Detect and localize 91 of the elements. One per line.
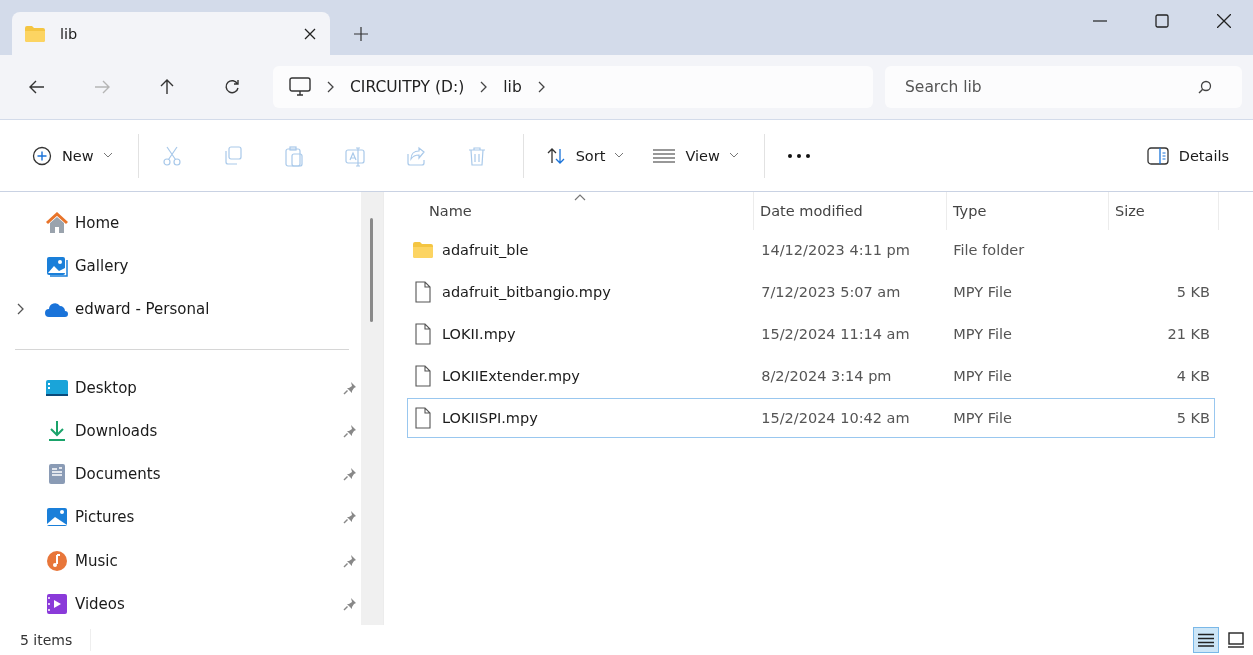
file-row[interactable]: LOKIISPI.mpy 15/2/2024 10:42 am MPY File 5 KB bbox=[407, 398, 1215, 438]
expand-chevron-icon[interactable] bbox=[16, 303, 25, 316]
scrollbar[interactable] bbox=[361, 192, 383, 625]
list-view-icon bbox=[653, 148, 676, 163]
sidebar-item[interactable]: Gallery bbox=[0, 244, 361, 288]
sidebar-item[interactable]: edward - Personal bbox=[0, 287, 361, 331]
chevron-icon bbox=[327, 81, 334, 93]
more-options-icon[interactable] bbox=[786, 152, 811, 159]
list-view-icon bbox=[1198, 633, 1214, 647]
sidebar-item[interactable]: Videos bbox=[0, 582, 361, 626]
pin-icon[interactable] bbox=[343, 597, 357, 611]
pin-icon[interactable] bbox=[343, 553, 357, 568]
pin-icon[interactable] bbox=[343, 510, 357, 525]
item-count: 5 items bbox=[20, 632, 73, 648]
details-pane-icon bbox=[1146, 146, 1169, 165]
up-arrow-icon[interactable] bbox=[158, 78, 176, 96]
caret-icon bbox=[615, 153, 624, 158]
date-modified: 14/12/2023 4:11 pm bbox=[761, 242, 910, 258]
file-type: MPY File bbox=[953, 368, 1012, 384]
caret-icon bbox=[103, 153, 112, 158]
search-field[interactable]: Search lib bbox=[885, 66, 1242, 108]
date-modified: 7/12/2023 5:07 am bbox=[761, 284, 901, 300]
sidebar-item[interactable]: Documents bbox=[0, 452, 361, 496]
date-modified: 8/2/2024 3:14 pm bbox=[761, 368, 892, 384]
folder-icon bbox=[412, 241, 434, 259]
file-name: adafruit_bitbangio.mpy bbox=[442, 284, 611, 300]
file-row[interactable]: adafruit_bitbangio.mpy 7/12/2023 5:07 am MPY File 5 KB bbox=[407, 272, 1215, 312]
file-row[interactable]: LOKII.mpy 15/2/2024 11:14 am MPY File 21 KB bbox=[407, 314, 1215, 354]
file-icon bbox=[412, 323, 434, 345]
column-header[interactable]: Size bbox=[1109, 192, 1219, 230]
sort-button[interactable]: Sort bbox=[541, 139, 628, 172]
date-modified: 15/2/2024 10:42 am bbox=[761, 410, 910, 426]
file-size: 4 KB bbox=[1176, 368, 1210, 384]
file-name: adafruit_ble bbox=[442, 242, 529, 258]
date-modified: 15/2/2024 11:14 am bbox=[761, 326, 910, 342]
refresh-icon[interactable] bbox=[223, 78, 241, 96]
caret-icon bbox=[729, 153, 738, 158]
file-name: LOKIISPI.mpy bbox=[442, 410, 538, 426]
file-size: 5 KB bbox=[1176, 410, 1210, 426]
sidebar-item[interactable]: Downloads bbox=[0, 409, 361, 453]
tab-title: lib bbox=[60, 25, 79, 42]
breadcrumb[interactable]: CIRCUITPY (D:) bbox=[350, 78, 465, 96]
file-size: 5 KB bbox=[1176, 284, 1210, 300]
video-icon bbox=[45, 593, 69, 615]
details-pane-button[interactable]: Details bbox=[1142, 140, 1233, 171]
close-icon[interactable] bbox=[1217, 14, 1231, 28]
file-icon bbox=[412, 407, 434, 429]
file-type: MPY File bbox=[953, 284, 1012, 300]
chevron-icon[interactable] bbox=[537, 81, 545, 93]
sidebar-item[interactable]: Home bbox=[0, 201, 361, 245]
sort-caret-icon bbox=[574, 194, 586, 201]
column-header[interactable]: Type bbox=[947, 192, 1109, 230]
file-type: MPY File bbox=[953, 326, 1012, 342]
music-icon bbox=[45, 549, 69, 572]
sidebar-item[interactable]: Desktop bbox=[0, 365, 361, 410]
pin-icon[interactable] bbox=[343, 467, 357, 482]
file-row[interactable]: adafruit_ble 14/12/2023 4:11 pm File folder bbox=[407, 230, 1215, 270]
plus-circle-icon bbox=[32, 145, 52, 166]
file-icon bbox=[412, 365, 434, 387]
tab[interactable]: lib bbox=[12, 12, 330, 55]
house-icon bbox=[45, 211, 69, 234]
view-button[interactable]: View bbox=[649, 141, 742, 170]
column-header[interactable]: Date modified bbox=[754, 192, 947, 230]
file-row[interactable]: LOKIIExtender.mpy 8/2/2024 3:14 pm MPY File 4 KB bbox=[407, 356, 1215, 396]
file-name: LOKIIExtender.mpy bbox=[442, 368, 580, 384]
sidebar-item[interactable]: Music bbox=[0, 539, 361, 583]
tiles-view-icon bbox=[1228, 632, 1244, 648]
breadcrumb[interactable]: lib bbox=[503, 78, 522, 96]
search-icon bbox=[1198, 80, 1212, 94]
pin-icon[interactable] bbox=[343, 423, 357, 438]
new-tab-icon[interactable] bbox=[354, 27, 368, 41]
folder-icon bbox=[24, 24, 46, 43]
new-button[interactable]: New bbox=[28, 139, 116, 172]
file-icon bbox=[412, 281, 434, 303]
file-name: LOKII.mpy bbox=[442, 326, 516, 342]
sidebar-item[interactable]: Pictures bbox=[0, 495, 361, 540]
scrollbar-thumb[interactable] bbox=[370, 218, 373, 322]
back-arrow-icon[interactable] bbox=[28, 78, 46, 96]
column-header[interactable]: Name bbox=[407, 192, 754, 230]
details-view-button[interactable] bbox=[1193, 627, 1219, 653]
picture-icon bbox=[45, 506, 69, 529]
maximize-icon[interactable] bbox=[1155, 14, 1169, 28]
address-bar[interactable]: CIRCUITPY (D:) lib bbox=[273, 66, 873, 108]
file-type: File folder bbox=[953, 242, 1025, 258]
file-size: 21 KB bbox=[1167, 326, 1210, 342]
computer-icon bbox=[289, 77, 311, 97]
pin-icon[interactable] bbox=[343, 380, 357, 395]
gallery-icon bbox=[45, 254, 69, 277]
close-icon[interactable] bbox=[304, 27, 316, 40]
file-type: MPY File bbox=[953, 410, 1012, 426]
chevron-icon[interactable] bbox=[480, 81, 488, 93]
